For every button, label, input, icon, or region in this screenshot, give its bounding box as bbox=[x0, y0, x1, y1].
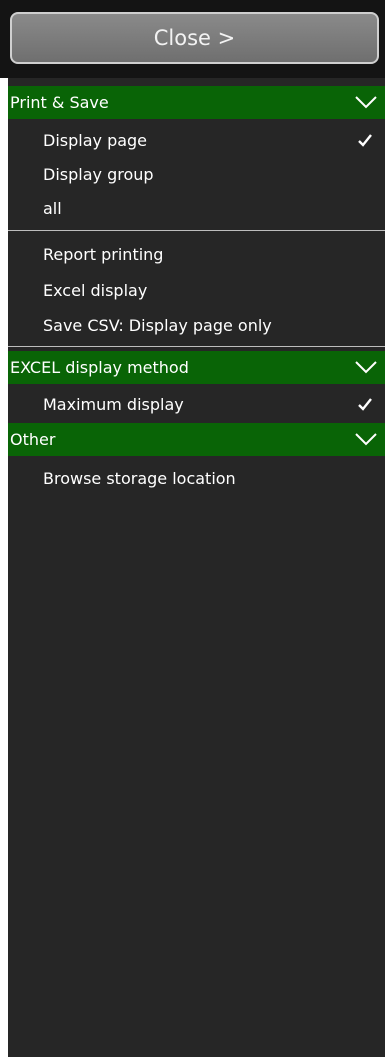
section-header-excel-display-method[interactable]: EXCEL display method bbox=[8, 351, 385, 384]
chevron-down-icon bbox=[355, 361, 377, 374]
close-button[interactable]: Close > bbox=[10, 12, 379, 64]
section-title: Other bbox=[10, 430, 56, 449]
section-header-print-save[interactable]: Print & Save bbox=[8, 86, 385, 119]
checkmark-icon bbox=[358, 398, 372, 411]
menu-item-label: Browse storage location bbox=[43, 468, 236, 488]
menu-item-label: Excel display bbox=[43, 280, 148, 300]
menu-item-label: Save CSV: Display page only bbox=[43, 315, 272, 335]
menu-item-browse-storage-location[interactable]: Browse storage location bbox=[8, 460, 385, 496]
menu-item-save-csv[interactable]: Save CSV: Display page only bbox=[8, 307, 385, 343]
menu-item-maximum-display[interactable]: Maximum display bbox=[8, 386, 385, 422]
checkmark-icon bbox=[358, 134, 372, 147]
menu-item-label: Report printing bbox=[43, 244, 164, 264]
chevron-down-icon bbox=[355, 96, 377, 109]
menu-item-display-group[interactable]: Display group bbox=[8, 156, 385, 192]
section-header-other[interactable]: Other bbox=[8, 423, 385, 456]
menu-item-label: Display page bbox=[43, 130, 148, 150]
section-title: EXCEL display method bbox=[10, 358, 189, 377]
menu-item-excel-display[interactable]: Excel display bbox=[8, 272, 385, 308]
menu-item-display-page[interactable]: Display page bbox=[8, 122, 385, 158]
menu-item-label: all bbox=[43, 198, 62, 218]
left-edge bbox=[0, 0, 8, 1057]
menu-item-label: Maximum display bbox=[43, 394, 184, 414]
divider bbox=[8, 346, 385, 347]
chevron-down-icon bbox=[355, 433, 377, 446]
divider bbox=[8, 230, 385, 231]
menu-item-label: Display group bbox=[43, 164, 154, 184]
menu-item-report-printing[interactable]: Report printing bbox=[8, 236, 385, 272]
section-title: Print & Save bbox=[10, 93, 109, 112]
menu-item-all[interactable]: all bbox=[8, 190, 385, 226]
